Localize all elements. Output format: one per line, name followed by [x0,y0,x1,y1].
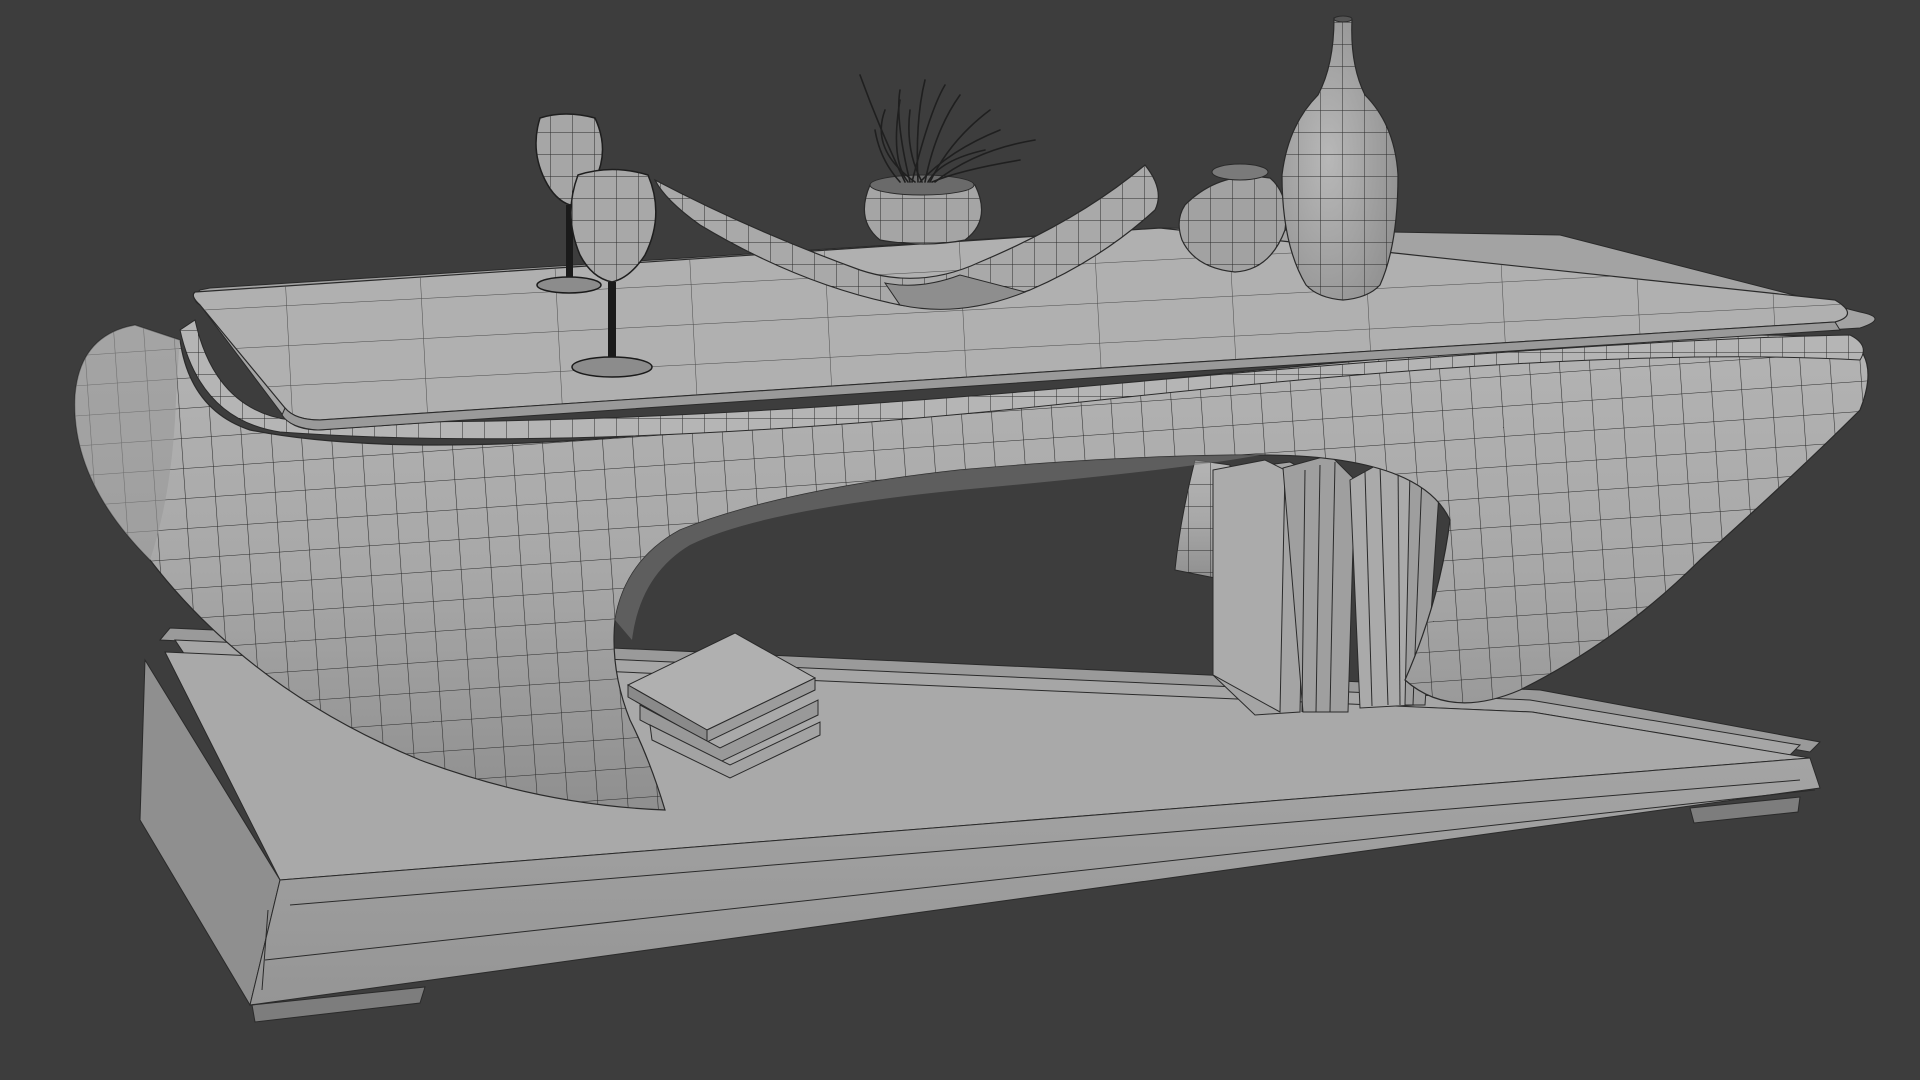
3d-viewport[interactable] [0,0,1920,1080]
planter-pot [863,174,983,245]
grass [859,74,1036,183]
round-bowl [1178,163,1287,273]
standing-books [1212,454,1441,716]
tall-vase [1281,15,1399,301]
wireframe-scene [74,15,1876,1023]
